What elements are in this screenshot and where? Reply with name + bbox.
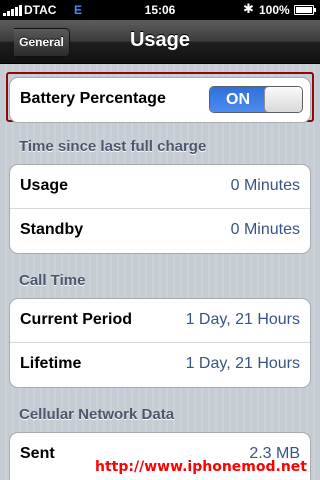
current-period-row: Current Period 1 Day, 21 Hours	[10, 299, 310, 343]
section-header-cellular-data: Cellular Network Data	[19, 406, 175, 423]
lifetime-row: Lifetime 1 Day, 21 Hours	[10, 343, 310, 387]
current-period-label: Current Period	[20, 311, 133, 328]
standby-label: Standby	[20, 221, 84, 238]
battery-percent: 100%	[259, 3, 290, 17]
lifetime-label: Lifetime	[20, 355, 82, 372]
bluetooth-icon: ✱	[243, 1, 254, 16]
current-period-value: 1 Day, 21 Hours	[185, 311, 300, 328]
standby-value: 0 Minutes	[230, 221, 300, 238]
usage-value: 0 Minutes	[230, 177, 300, 194]
call-time-group: Current Period 1 Day, 21 Hours Lifetime …	[9, 298, 311, 388]
battery-percentage-row: Battery Percentage ON	[10, 78, 310, 122]
page-title: Usage	[129, 29, 191, 51]
time-since-charge-group: Usage 0 Minutes Standby 0 Minutes	[9, 164, 311, 254]
sent-label: Sent	[20, 445, 55, 462]
toggle-knob[interactable]	[264, 87, 302, 112]
battery-percentage-label: Battery Percentage	[20, 90, 166, 107]
lifetime-value: 1 Day, 21 Hours	[185, 355, 300, 372]
battery-percentage-toggle[interactable]: ON	[209, 86, 303, 113]
status-bar: DTAC E 15:06 ✱ 100%	[0, 0, 320, 20]
navigation-bar: General Usage	[0, 20, 320, 64]
toggle-on-label: ON	[210, 87, 266, 112]
usage-row: Usage 0 Minutes	[10, 165, 310, 209]
section-header-call-time: Call Time	[19, 272, 86, 289]
battery-percentage-group: Battery Percentage ON	[9, 77, 311, 123]
battery-icon	[294, 5, 316, 15]
usage-label: Usage	[20, 177, 69, 194]
standby-row: Standby 0 Minutes	[10, 209, 310, 253]
watermark-url: http://www.iphonemod.net	[95, 459, 307, 475]
section-header-time-since-charge: Time since last full charge	[19, 138, 207, 155]
